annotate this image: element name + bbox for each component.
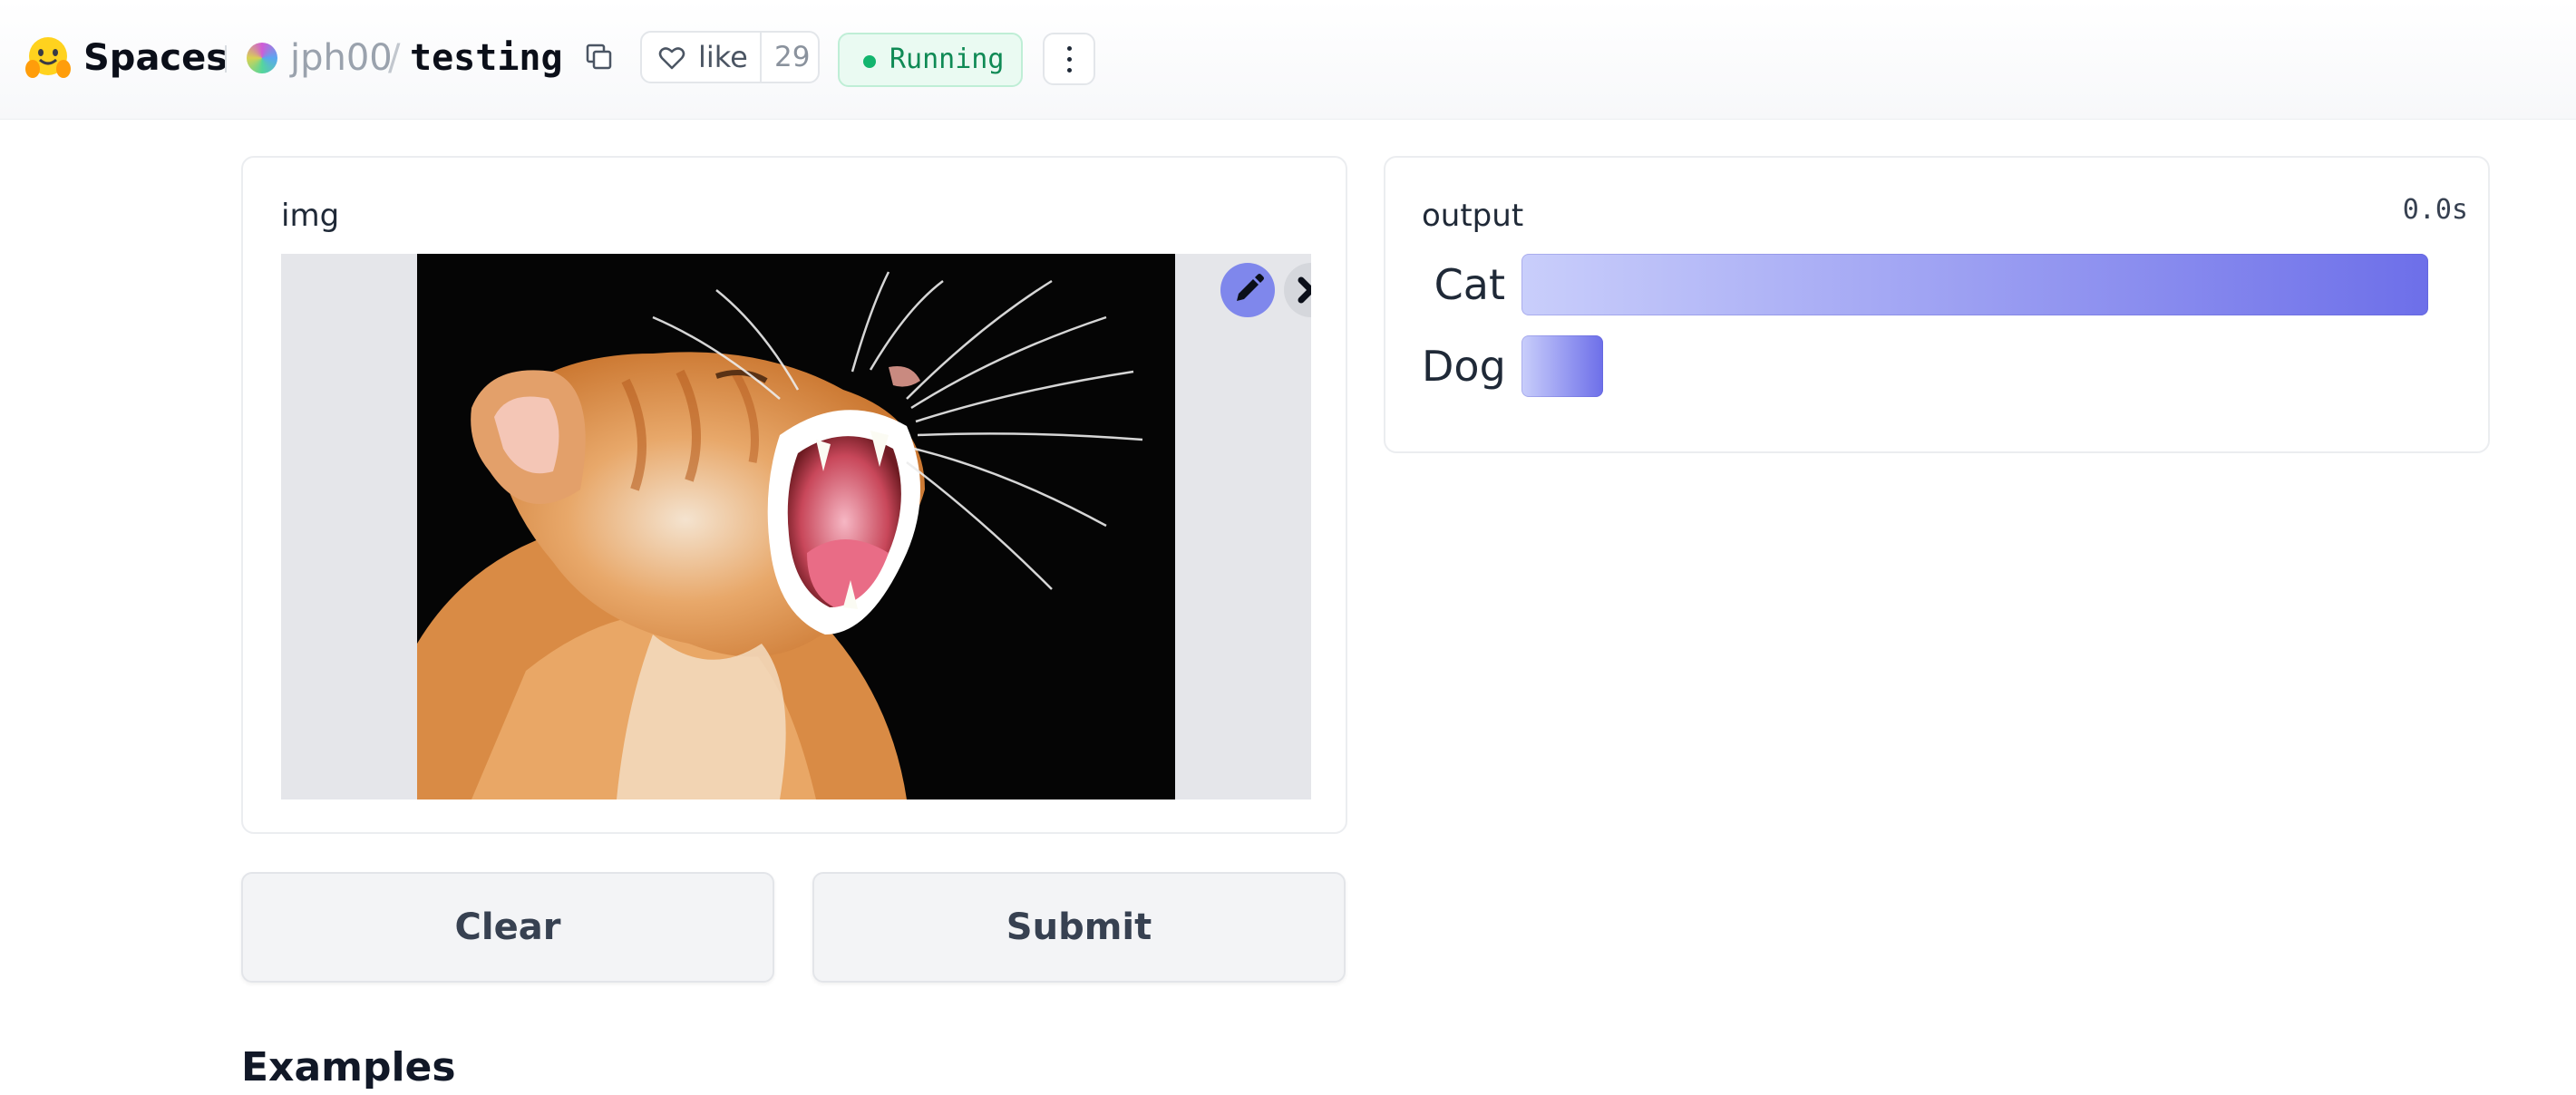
status-dot-icon [863,55,876,68]
like-divider [760,33,762,82]
edit-image-button[interactable] [1220,263,1275,317]
more-options-icon [1067,46,1072,51]
clear-button[interactable]: Clear [241,872,774,983]
label-name: Cat [1434,260,1505,309]
status-badge[interactable]: Running [838,33,1023,87]
top-header: Spaces jph00 / testing like 29 Running [0,0,2576,120]
submit-button[interactable]: Submit [812,872,1346,983]
like-label: like [698,40,748,74]
repo-name-link[interactable]: testing [410,33,563,83]
examples-heading: Examples [241,1044,456,1090]
more-options-icon [1067,68,1072,73]
output-label: output [1422,198,1524,234]
like-count[interactable]: 29 [774,33,810,82]
like-button[interactable]: like 29 [640,31,820,83]
hugging-face-logo-icon[interactable] [24,34,73,82]
path-separator: / [388,37,401,79]
copy-icon[interactable] [584,42,615,73]
inference-timer: 0.0s [2402,194,2468,226]
label-output-panel: output 0.0s Cat Dog [1384,156,2490,453]
owner-link[interactable]: jph00 [290,33,393,83]
label-name: Dog [1422,342,1506,391]
heart-icon [658,47,685,70]
confidence-bar [1521,254,2428,315]
status-text: Running [889,44,1005,75]
header-divider [225,45,227,73]
owner-avatar[interactable] [247,43,277,73]
more-options-icon [1067,57,1072,62]
confidence-bar [1521,335,1603,397]
remove-image-button[interactable] [1284,263,1311,317]
image-upload-area[interactable] [281,254,1311,799]
more-options-button[interactable] [1043,33,1095,85]
uploaded-image [417,254,1175,799]
image-input-panel: img [241,156,1347,834]
pencil-icon [1237,274,1264,301]
image-input-label: img [281,198,340,234]
close-icon [1298,276,1311,304]
spaces-brand-link[interactable]: Spaces [83,33,228,83]
